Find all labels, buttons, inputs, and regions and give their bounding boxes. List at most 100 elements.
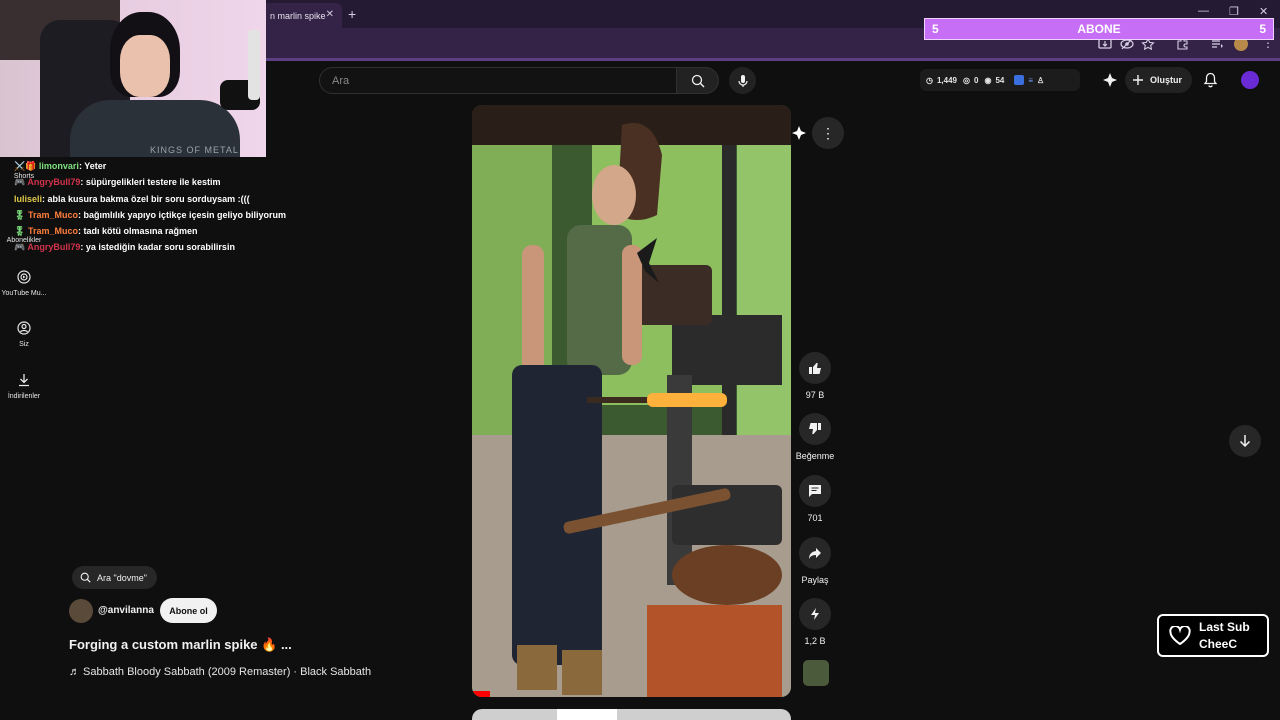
restore-icon[interactable]: ❐ (1229, 5, 1239, 18)
next-short-preview[interactable] (472, 709, 791, 720)
extension-stats[interactable]: ◷ 1,449 ◎ 0 ◉ 54 ≡ ♙ (920, 69, 1080, 91)
search-icon (691, 74, 704, 87)
goal-label: ABONE (1077, 22, 1121, 36)
thumbs-down-icon (809, 423, 821, 435)
like-button[interactable]: 97 B (795, 352, 835, 400)
subscriber-goal-bar: 5 ABONE 5 (924, 18, 1274, 40)
search-icon (80, 572, 91, 583)
arrow-down-icon (1239, 435, 1251, 448)
new-tab-button[interactable]: + (348, 6, 356, 22)
chat-text: tadı kötü olmasına rağmen (83, 226, 198, 237)
create-button[interactable]: Oluştur (1125, 67, 1192, 93)
search-input[interactable] (332, 74, 676, 87)
voice-search-button[interactable] (729, 67, 756, 94)
chat-badges: 🎖 (14, 209, 28, 220)
chat-message: 🎮 AngryBull79: süpürgelikleri testere il… (14, 177, 221, 188)
subscribe-button[interactable]: Abone ol (160, 598, 217, 623)
channel-avatar[interactable] (69, 599, 93, 623)
comments-count: 701 (807, 513, 823, 523)
share-button[interactable]: Paylaş (795, 537, 835, 585)
list-icon: ≡ (1028, 75, 1034, 85)
search-button[interactable] (677, 67, 719, 94)
chat-username: Tram_Muco (27, 226, 78, 237)
nav-label-shorts: Shorts (13, 173, 35, 180)
chat-message: ⚔️🎁 limonvari: Yeter (14, 161, 107, 171)
nav-label-subscriptions: Abonelikler (6, 237, 42, 244)
create-label: Oluştur (1150, 75, 1183, 85)
account-avatar[interactable] (1241, 71, 1259, 89)
ai-sparkle-icon[interactable] (791, 125, 807, 141)
close-window-icon[interactable]: ✕ (1259, 5, 1268, 18)
account-circle-icon (17, 321, 31, 335)
video-frame (472, 105, 791, 697)
extension-badge-icon (1014, 75, 1025, 85)
remix-icon (811, 608, 819, 620)
chat-message: luliseli: abla kusura bakma özel bir sor… (14, 193, 250, 204)
chat-text: bağımlılık yapıyo içtikçe içesin geliyo … (83, 209, 287, 220)
shorts-video[interactable] (472, 105, 791, 697)
chat-message: 🎖 Tram_Muco: tadı kötü olmasına rağmen (14, 226, 198, 237)
stat-count: 54 (995, 75, 1005, 85)
nav-youtube-music[interactable]: YouTube Mu... (0, 270, 48, 297)
minimize-icon[interactable]: — (1198, 5, 1209, 17)
search-chip-label: Ara "dovme" (97, 572, 147, 583)
next-short-button[interactable] (1229, 425, 1261, 457)
nav-label-youtube-music: YouTube Mu... (1, 290, 47, 297)
stream-chat: ⚔️🎁 limonvari: Yeter 🎮 AngryBull79: süpü… (14, 158, 314, 256)
chat-username: limonvari (38, 161, 79, 171)
more-options-icon[interactable]: ⋮ (812, 117, 844, 149)
dislike-label: Beğenme (795, 451, 835, 461)
share-label: Paylaş (801, 575, 829, 585)
microphone-icon (737, 74, 748, 87)
chat-text: Yeter (84, 161, 107, 171)
nav-label-downloads: İndirilenler (7, 393, 41, 400)
related-search-chip[interactable]: Ara "dovme" (72, 566, 157, 589)
share-arrow-icon (809, 548, 821, 559)
youtube-music-icon (17, 270, 31, 284)
trophy-icon: ♙ (1037, 75, 1045, 85)
browser-tab[interactable]: n marlin spike ✕ (262, 3, 342, 28)
chat-username: Tram_Muco (27, 209, 78, 220)
notifications-bell-icon[interactable] (1203, 72, 1218, 88)
last-subscriber-widget: Last Sub CheeC (1157, 614, 1269, 657)
stat-zero: 0 (974, 75, 979, 85)
sparkle-icon[interactable] (1102, 72, 1118, 88)
chat-text: süpürgelikleri testere ile kestim (85, 177, 221, 188)
chat-message: 🎖 Tram_Muco: bağımlılık yapıyo içtikçe i… (14, 209, 287, 220)
mic-arm (248, 30, 260, 100)
thumbs-up-icon (809, 362, 821, 374)
sound-thumbnail[interactable] (803, 660, 829, 686)
chat-message: 🎮 AngryBull79: ya istediğin kadar soru s… (14, 242, 235, 253)
shirt-print: KINGS OF METAL (150, 145, 239, 155)
heart-icon (1169, 625, 1191, 645)
chat-text: ya istediğin kadar soru sorabilirsin (85, 242, 235, 253)
remix-button[interactable]: 1,2 B (795, 598, 835, 646)
nav-subscriptions[interactable]: Abonelikler (0, 237, 48, 244)
nav-shorts[interactable]: Shorts (0, 173, 48, 180)
video-title[interactable]: Forging a custom marlin spike 🔥 ... (69, 637, 292, 653)
plus-icon (1133, 75, 1143, 85)
channel-handle[interactable]: @anvilanna (98, 605, 154, 616)
stat-views: 1,449 (936, 75, 958, 85)
next-short-highlight (557, 709, 617, 720)
last-sub-label: Last Sub (1199, 619, 1250, 634)
chat-username: luliseli (14, 193, 43, 204)
like-count: 97 B (805, 390, 825, 400)
nav-label-you: Siz (19, 341, 29, 348)
chat-badges: ⚔️🎁 (14, 161, 39, 171)
download-icon (19, 374, 29, 387)
circle-icon: ◎ (963, 75, 970, 85)
tab-close-icon[interactable]: ✕ (326, 9, 334, 20)
music-attribution[interactable]: ♬ Sabbath Bloody Sabbath (2009 Remaster)… (69, 666, 371, 678)
search-box (319, 67, 677, 94)
nav-downloads[interactable]: İndirilenler (0, 373, 48, 400)
dislike-button[interactable]: Beğenme (795, 413, 835, 461)
remix-count: 1,2 B (804, 636, 826, 646)
nav-you[interactable]: Siz (0, 321, 48, 348)
chat-text: abla kusura bakma özel bir soru sorduysa… (47, 193, 250, 204)
comment-icon (809, 485, 821, 497)
streamer-face (120, 35, 170, 97)
webcam-feed: KINGS OF METAL (0, 0, 266, 157)
eye-icon: ◉ (984, 75, 992, 85)
comments-button[interactable]: 701 (795, 475, 835, 523)
